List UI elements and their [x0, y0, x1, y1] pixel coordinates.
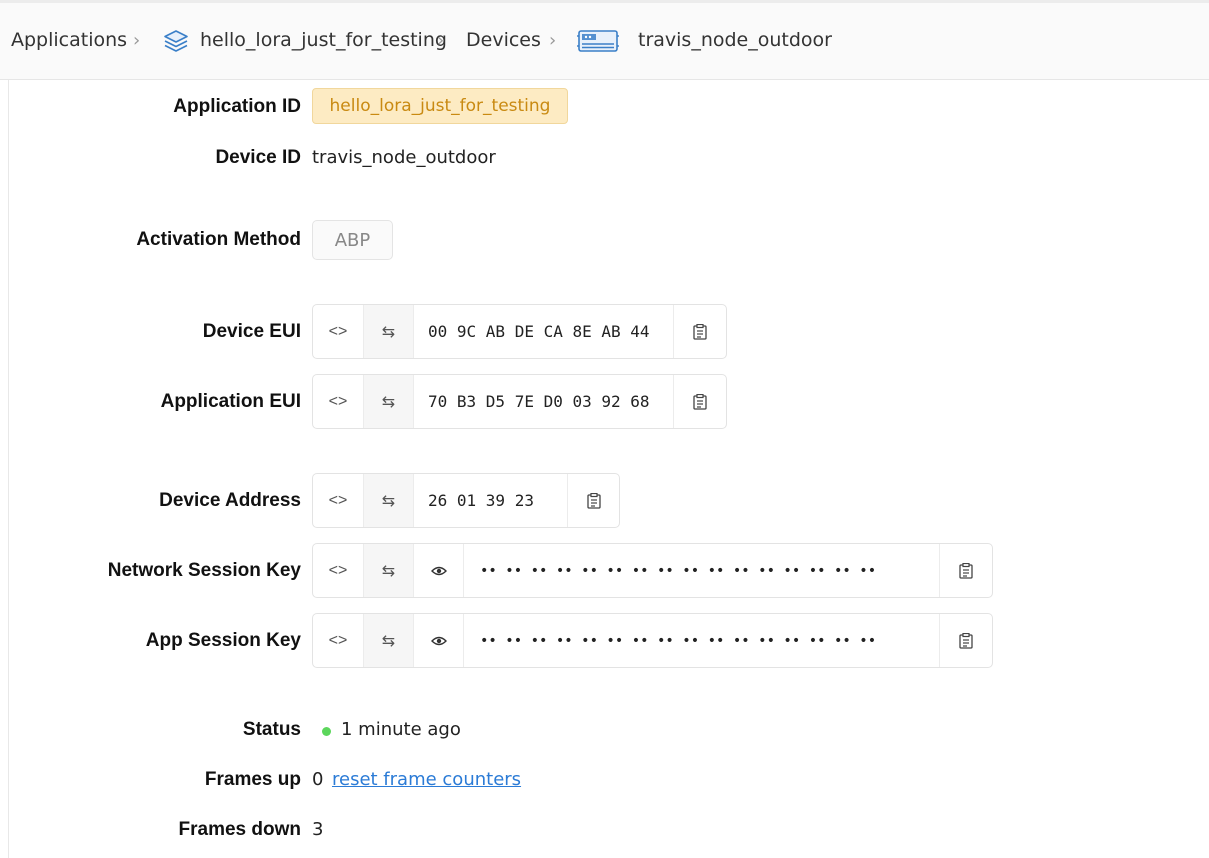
- breadcrumb-devices[interactable]: Devices: [466, 28, 541, 52]
- device-overview: Application ID hello_lora_just_for_testi…: [8, 80, 1209, 858]
- application-eui-value[interactable]: 70 B3 D5 7E D0 03 92 68: [414, 375, 674, 428]
- device-address-field: <> ⇆ 26 01 39 23: [312, 473, 620, 528]
- application-eui-label: Application EUI: [160, 391, 301, 412]
- application-eui-field: <> ⇆ 70 B3 D5 7E D0 03 92 68: [312, 374, 727, 429]
- application-id-value: hello_lora_just_for_testing: [329, 96, 551, 116]
- device-id-value: travis_node_outdoor: [312, 147, 496, 168]
- clipboard-icon[interactable]: [940, 544, 992, 597]
- breadcrumb-application[interactable]: hello_lora_just_for_testing: [200, 28, 447, 52]
- swap-icon[interactable]: ⇆: [364, 305, 414, 358]
- code-toggle-icon[interactable]: <>: [313, 375, 364, 428]
- eye-icon[interactable]: [414, 544, 464, 597]
- clipboard-icon[interactable]: [674, 375, 726, 428]
- topbar-border: [0, 0, 1209, 3]
- clipboard-icon[interactable]: [568, 474, 619, 527]
- code-toggle-icon[interactable]: <>: [313, 614, 364, 667]
- device-eui-field: <> ⇆ 00 9C AB DE CA 8E AB 44: [312, 304, 727, 359]
- app-session-key-label: App Session Key: [145, 630, 301, 651]
- device-eui-value[interactable]: 00 9C AB DE CA 8E AB 44: [414, 305, 674, 358]
- chevron-right-icon: ›: [549, 30, 557, 51]
- clipboard-icon[interactable]: [940, 614, 992, 667]
- swap-icon[interactable]: ⇆: [364, 375, 414, 428]
- layers-icon: [163, 28, 189, 59]
- device-id-label: Device ID: [215, 147, 301, 168]
- frames-down-value: 3: [312, 819, 324, 840]
- breadcrumb-applications[interactable]: Applications: [11, 28, 127, 52]
- network-session-key-value[interactable]: •• •• •• •• •• •• •• •• •• •• •• •• •• •…: [464, 544, 940, 597]
- status-label: Status: [242, 719, 301, 740]
- code-toggle-icon[interactable]: <>: [313, 544, 364, 597]
- chevron-right-icon: ›: [133, 30, 141, 51]
- activation-method-value: ABP: [334, 229, 371, 251]
- clipboard-icon[interactable]: [674, 305, 726, 358]
- code-toggle-icon[interactable]: <>: [313, 305, 364, 358]
- swap-icon[interactable]: ⇆: [364, 544, 414, 597]
- breadcrumb-device[interactable]: travis_node_outdoor: [638, 28, 832, 52]
- status-value: 1 minute ago: [341, 719, 461, 740]
- status-dot-icon: [322, 727, 331, 736]
- reset-frame-counters-link[interactable]: reset frame counters: [332, 768, 521, 792]
- app-session-key-field: <> ⇆ •• •• •• •• •• •• •• •• •• •• •• ••…: [312, 613, 993, 668]
- device-address-label: Device Address: [159, 490, 301, 511]
- device-eui-label: Device EUI: [202, 321, 301, 342]
- activation-method-label: Activation Method: [136, 229, 301, 250]
- network-session-key-field: <> ⇆ •• •• •• •• •• •• •• •• •• •• •• ••…: [312, 543, 993, 598]
- application-id-label: Application ID: [173, 96, 301, 117]
- network-session-key-label: Network Session Key: [107, 560, 301, 581]
- swap-icon[interactable]: ⇆: [364, 614, 414, 667]
- chevron-right-icon: ›: [437, 30, 445, 51]
- breadcrumb: Applications › hello_lora_just_for_testi…: [0, 0, 1209, 80]
- device-address-value[interactable]: 26 01 39 23: [414, 474, 568, 527]
- application-id-badge[interactable]: hello_lora_just_for_testing: [312, 88, 568, 124]
- device-icon: [577, 28, 619, 59]
- activation-method-badge: ABP: [312, 220, 393, 260]
- app-session-key-value[interactable]: •• •• •• •• •• •• •• •• •• •• •• •• •• •…: [464, 614, 940, 667]
- frames-up-label: Frames up: [204, 769, 301, 790]
- swap-icon[interactable]: ⇆: [364, 474, 414, 527]
- frames-up-value: 0: [312, 769, 324, 790]
- code-toggle-icon[interactable]: <>: [313, 474, 364, 527]
- frames-down-label: Frames down: [178, 819, 301, 840]
- eye-icon[interactable]: [414, 614, 464, 667]
